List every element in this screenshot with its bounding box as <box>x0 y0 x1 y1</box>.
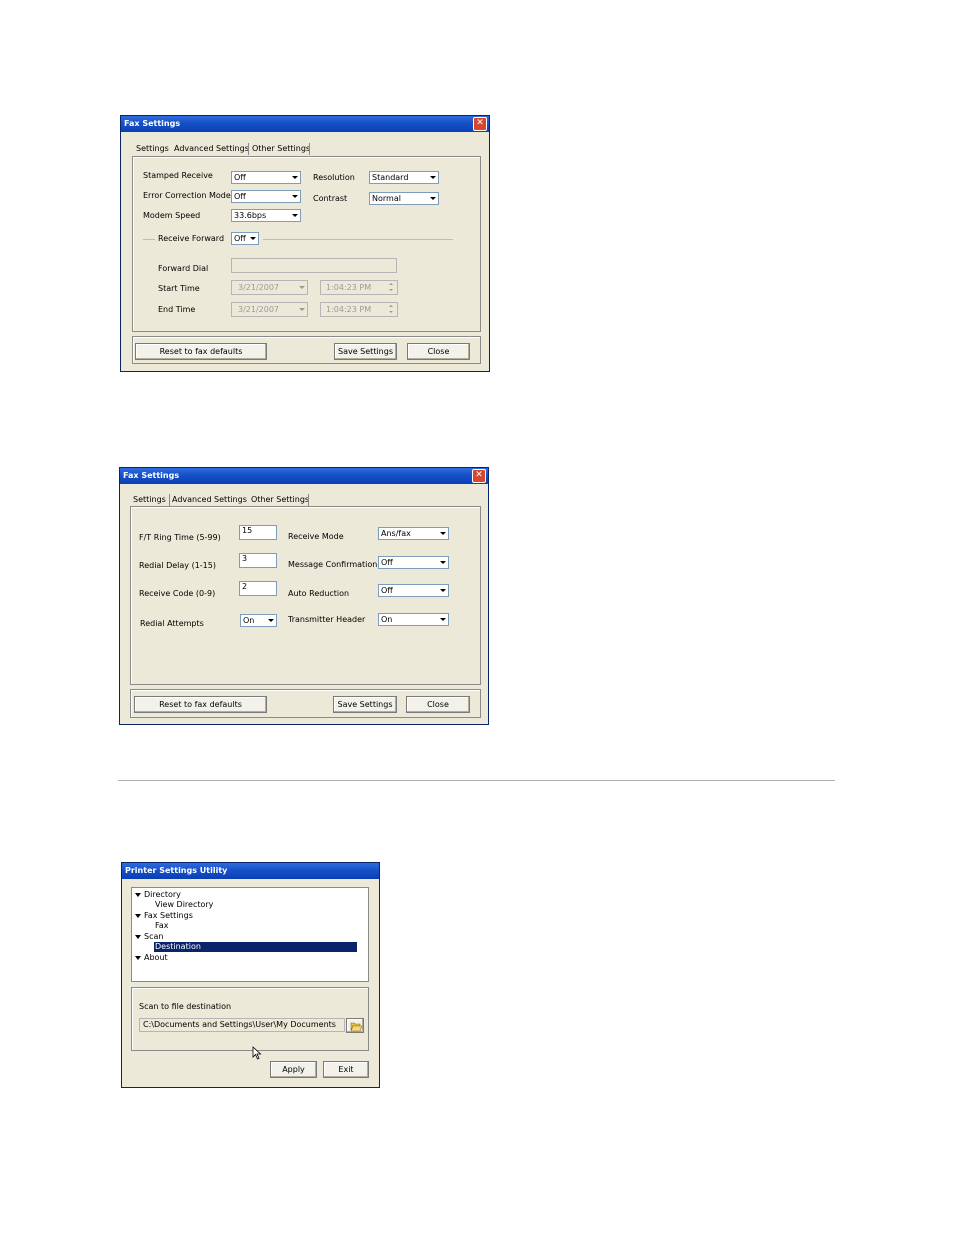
chevron-down-icon <box>266 616 275 625</box>
stamped-receive-label: Stamped Receive <box>143 171 213 180</box>
close-icon[interactable]: ✕ <box>473 117 487 131</box>
start-date-picker[interactable]: 3/21/2007 <box>231 280 308 295</box>
expand-icon <box>135 935 141 939</box>
contrast-select[interactable]: Normal <box>369 192 439 205</box>
redial-delay-label: Redial Delay (1-15) <box>139 561 216 570</box>
end-time-spinner[interactable]: 1:04:23 PM <box>320 302 398 317</box>
redial-delay-field[interactable]: 3 <box>239 553 277 568</box>
tab-other-settings[interactable]: Other Settings <box>252 142 310 155</box>
message-confirmation-label: Message Confirmation <box>288 560 378 569</box>
group-line-left <box>143 239 155 240</box>
expand-icon <box>135 914 141 918</box>
reset-defaults-button[interactable]: Reset to fax defaults <box>134 696 267 713</box>
mouse-pointer-icon <box>252 1046 262 1060</box>
chevron-down-icon <box>248 234 257 243</box>
apply-button[interactable]: Apply <box>270 1061 317 1078</box>
redial-attempts-select[interactable]: On <box>240 614 277 627</box>
start-time-label: Start Time <box>158 284 200 293</box>
spin-up-icon <box>388 303 396 309</box>
tree-item-view-directory[interactable]: View Directory <box>155 900 213 910</box>
modem-speed-select[interactable]: 33.6bps <box>231 209 301 222</box>
tab-settings[interactable]: Settings <box>133 493 166 506</box>
transmitter-header-select[interactable]: On <box>378 613 449 626</box>
error-correction-select[interactable]: Off <box>231 190 301 203</box>
ft-ring-time-field[interactable]: 15 <box>239 525 277 540</box>
folder-open-icon <box>350 1022 363 1032</box>
tab-advanced-settings[interactable]: Advanced Settings <box>174 142 249 155</box>
close-button[interactable]: Close <box>406 696 470 713</box>
error-correction-label: Error Correction Mode <box>143 191 231 200</box>
scan-destination-label: Scan to file destination <box>139 1002 232 1011</box>
modem-speed-label: Modem Speed <box>143 211 201 220</box>
browse-folder-button[interactable] <box>346 1018 364 1033</box>
receive-code-field[interactable]: 2 <box>239 581 277 596</box>
tree-item-about[interactable]: About <box>144 953 168 963</box>
receive-forward-label: Receive Forward <box>158 234 225 243</box>
spin-down-icon <box>388 288 396 294</box>
spin-down-icon <box>388 310 396 316</box>
redial-attempts-label: Redial Attempts <box>140 619 204 628</box>
chevron-down-icon <box>438 615 447 624</box>
window-title: Printer Settings Utility <box>122 863 379 879</box>
chevron-down-icon <box>438 558 447 567</box>
tree-item-fax-settings[interactable]: Fax Settings <box>144 911 193 921</box>
receive-mode-select[interactable]: Ans/fax <box>378 527 449 540</box>
resolution-label: Resolution <box>313 173 355 182</box>
group-line-right <box>263 239 453 240</box>
window-title: Fax Settings <box>120 468 488 484</box>
resolution-select[interactable]: Standard <box>369 171 439 184</box>
chevron-down-icon <box>438 529 447 538</box>
save-settings-button[interactable]: Save Settings <box>333 696 397 713</box>
chevron-down-icon <box>428 173 437 182</box>
stamped-receive-select[interactable]: Off <box>231 171 301 184</box>
save-settings-button[interactable]: Save Settings <box>334 343 397 360</box>
receive-mode-label: Receive Mode <box>288 532 344 541</box>
end-time-label: End Time <box>158 305 196 314</box>
receive-code-label: Receive Code (0-9) <box>139 589 216 598</box>
close-icon[interactable]: ✕ <box>472 469 486 483</box>
chevron-down-icon <box>290 192 299 201</box>
chevron-down-icon <box>428 194 437 203</box>
receive-forward-select[interactable]: Off <box>231 232 259 245</box>
settings-tree[interactable]: Directory View Directory Fax Settings Fa… <box>131 887 369 982</box>
fax-settings-window-other: Fax Settings ✕ Settings Advanced Setting… <box>119 467 489 725</box>
tab-advanced-settings[interactable]: Advanced Settings <box>172 493 247 506</box>
end-date-picker[interactable]: 3/21/2007 <box>231 302 308 317</box>
expand-icon <box>135 956 141 960</box>
ft-ring-time-label: F/T Ring Time (5-99) <box>139 533 221 542</box>
contrast-label: Contrast <box>313 194 348 203</box>
spin-up-icon <box>388 281 396 287</box>
reset-defaults-button[interactable]: Reset to fax defaults <box>135 343 267 360</box>
tree-item-destination[interactable]: Destination <box>154 942 357 952</box>
chevron-down-icon <box>290 173 299 182</box>
destination-path-field[interactable]: C:\Documents and Settings\User\My Docume… <box>139 1018 345 1032</box>
tree-item-fax[interactable]: Fax <box>155 921 169 931</box>
auto-reduction-select[interactable]: Off <box>378 584 449 597</box>
section-divider <box>118 780 835 781</box>
chevron-down-icon <box>438 586 447 595</box>
forward-dial-field[interactable] <box>231 258 397 273</box>
close-button[interactable]: Close <box>407 343 470 360</box>
forward-dial-label: Forward Dial <box>158 264 209 273</box>
auto-reduction-label: Auto Reduction <box>288 589 350 598</box>
message-confirmation-select[interactable]: Off <box>378 556 449 569</box>
chevron-down-icon <box>297 305 306 314</box>
tab-settings[interactable]: Settings <box>136 142 169 155</box>
start-time-spinner[interactable]: 1:04:23 PM <box>320 280 398 295</box>
chevron-down-icon <box>297 283 306 292</box>
tab-other-settings[interactable]: Other Settings <box>251 493 309 506</box>
tree-item-scan[interactable]: Scan <box>144 932 163 942</box>
printer-settings-utility-window: Printer Settings Utility Directory View … <box>121 862 380 1088</box>
window-title: Fax Settings <box>121 116 489 132</box>
expand-icon <box>135 893 141 897</box>
exit-button[interactable]: Exit <box>323 1061 369 1078</box>
tree-item-directory[interactable]: Directory <box>144 890 181 900</box>
fax-settings-window-advanced: Fax Settings ✕ Settings Advanced Setting… <box>120 115 490 372</box>
transmitter-header-label: Transmitter Header <box>288 615 366 624</box>
chevron-down-icon <box>290 211 299 220</box>
